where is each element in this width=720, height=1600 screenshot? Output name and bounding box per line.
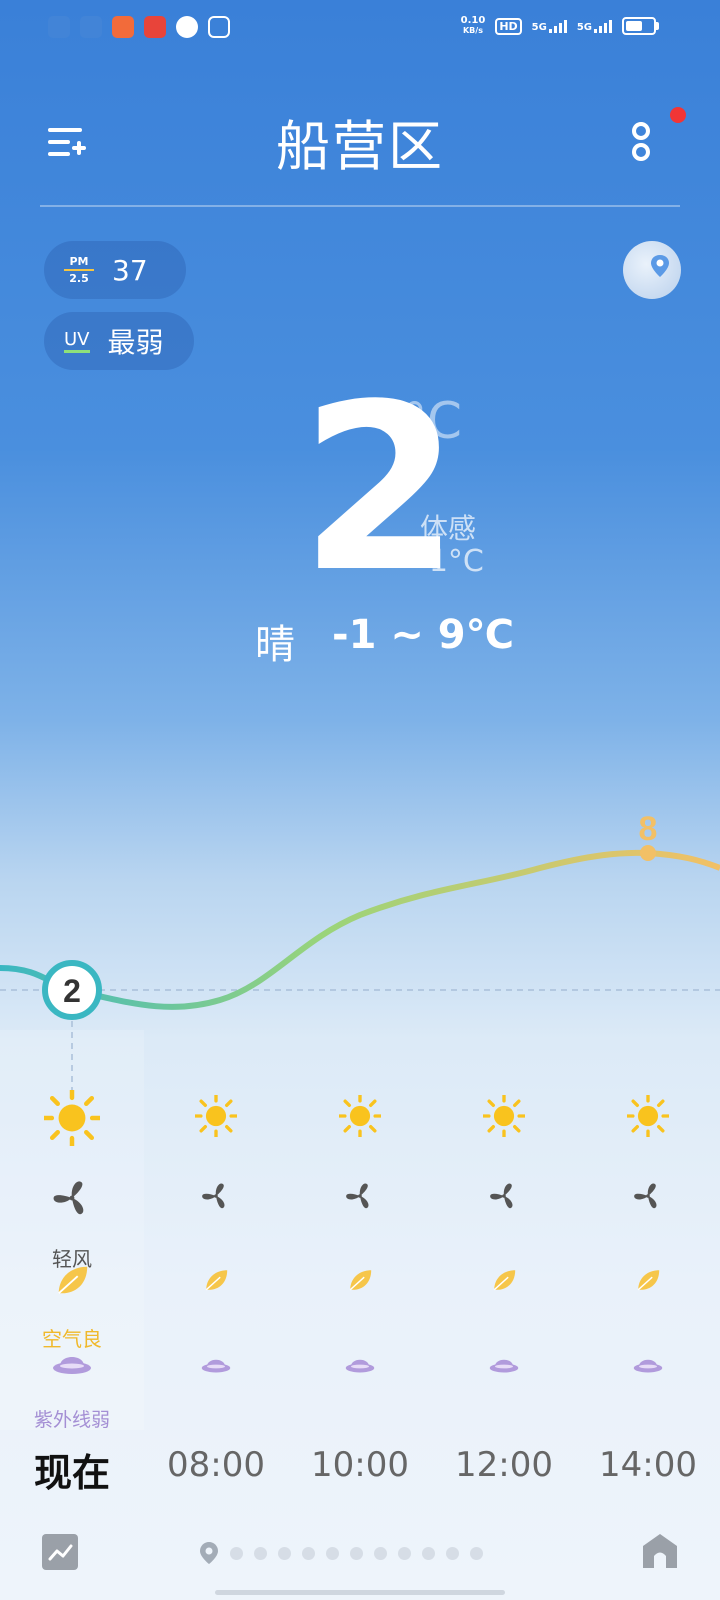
page-title: 船营区 bbox=[276, 115, 444, 178]
sun-hat-icon bbox=[52, 1348, 92, 1380]
uv-label: 紫外线弱 bbox=[33, 1409, 110, 1431]
app-notification-icon bbox=[48, 16, 70, 38]
battery-icon bbox=[622, 17, 659, 35]
sun-icon bbox=[481, 1093, 527, 1141]
page-dot[interactable] bbox=[230, 1546, 243, 1560]
app-notification-icon bbox=[112, 16, 134, 38]
notification-dot bbox=[670, 107, 686, 123]
page-dot[interactable] bbox=[446, 1546, 459, 1560]
page-indicator bbox=[198, 1540, 483, 1566]
pm25-value: 37 bbox=[112, 253, 148, 287]
feels-like-value: -1°C bbox=[418, 544, 484, 579]
wind-fan-icon bbox=[201, 1181, 231, 1215]
wind-fan-icon bbox=[345, 1181, 375, 1215]
page-dot[interactable] bbox=[302, 1546, 315, 1560]
status-bar-left bbox=[48, 16, 230, 38]
status-bar-right: 0.10 KB/s HD 5G 5G bbox=[460, 15, 659, 36]
sun-icon bbox=[625, 1093, 671, 1141]
sun-icon bbox=[193, 1093, 239, 1141]
sun-hat-icon bbox=[633, 1353, 663, 1378]
more-options-button[interactable] bbox=[626, 120, 656, 164]
location-pin-icon bbox=[651, 255, 669, 277]
location-page-icon bbox=[200, 1542, 218, 1564]
hourly-temperature-curve: 8 2 bbox=[0, 810, 720, 1090]
page-dot[interactable] bbox=[374, 1546, 387, 1560]
page-dot[interactable] bbox=[398, 1546, 411, 1560]
leaf-icon bbox=[490, 1266, 518, 1298]
uv-icon: UV bbox=[64, 329, 90, 353]
message-icon bbox=[176, 16, 198, 38]
signal-sim2: 5G bbox=[577, 19, 612, 33]
air-quality-label: 空气良 bbox=[42, 1327, 102, 1351]
page-dot[interactable] bbox=[254, 1546, 267, 1560]
home-icon bbox=[643, 1534, 677, 1568]
pm25-icon: PM 2.5 bbox=[64, 255, 94, 285]
hd-icon: HD bbox=[495, 17, 522, 35]
wind-fan-icon bbox=[489, 1181, 519, 1215]
time-label: 12:00 bbox=[455, 1445, 553, 1485]
sun-hat-icon bbox=[489, 1353, 519, 1378]
taobao-icon bbox=[144, 16, 166, 38]
sun-hat-icon bbox=[345, 1353, 375, 1378]
weather-condition: 晴 bbox=[255, 622, 295, 668]
temperature-unit: °C bbox=[402, 392, 462, 450]
time-label: 14:00 bbox=[599, 1445, 697, 1485]
page-dot[interactable] bbox=[350, 1546, 363, 1560]
wind-fan-icon bbox=[52, 1178, 92, 1222]
pm25-indicator[interactable]: PM 2.5 37 bbox=[44, 241, 186, 299]
page-dot[interactable] bbox=[278, 1546, 291, 1560]
signal-sim1: 5G bbox=[532, 19, 567, 33]
temperature-range: -1 ~ 9℃ bbox=[332, 612, 515, 658]
wind-fan-icon bbox=[633, 1181, 663, 1215]
sun-hat-icon bbox=[201, 1353, 231, 1378]
more-dots-icon bbox=[632, 122, 650, 161]
page-dot[interactable] bbox=[326, 1546, 339, 1560]
sun-icon bbox=[337, 1093, 383, 1141]
page-dot[interactable] bbox=[470, 1546, 483, 1560]
feels-like-label: 体感 bbox=[420, 512, 477, 545]
wind-label: 轻风 bbox=[52, 1247, 92, 1271]
trend-chart-button[interactable] bbox=[42, 1534, 78, 1570]
leaf-icon bbox=[346, 1266, 374, 1298]
time-label: 10:00 bbox=[311, 1445, 409, 1485]
now-temp-label: 2 bbox=[63, 973, 81, 1009]
signal-icon bbox=[548, 19, 567, 33]
gesture-bar[interactable] bbox=[215, 1590, 505, 1595]
header-divider bbox=[40, 205, 680, 207]
time-label: 08:00 bbox=[167, 1445, 265, 1485]
app-icon bbox=[208, 16, 230, 38]
leaf-icon bbox=[634, 1266, 662, 1298]
temperature-line bbox=[0, 849, 720, 1010]
uv-indicator[interactable]: UV 最弱 bbox=[44, 312, 194, 370]
uv-value: 最弱 bbox=[107, 326, 164, 359]
page-dot[interactable] bbox=[422, 1546, 435, 1560]
map-button[interactable] bbox=[623, 241, 681, 299]
trend-icon bbox=[48, 1544, 73, 1561]
sun-icon bbox=[41, 1087, 103, 1150]
time-label: 现在 bbox=[33, 1451, 110, 1495]
home-button[interactable] bbox=[641, 1532, 679, 1570]
network-speed: 0.10 KB/s bbox=[460, 15, 486, 36]
peak-temp-label: 8 bbox=[639, 810, 658, 848]
signal-icon bbox=[594, 19, 612, 33]
leaf-icon bbox=[202, 1266, 230, 1298]
app-notification-icon bbox=[80, 16, 102, 38]
